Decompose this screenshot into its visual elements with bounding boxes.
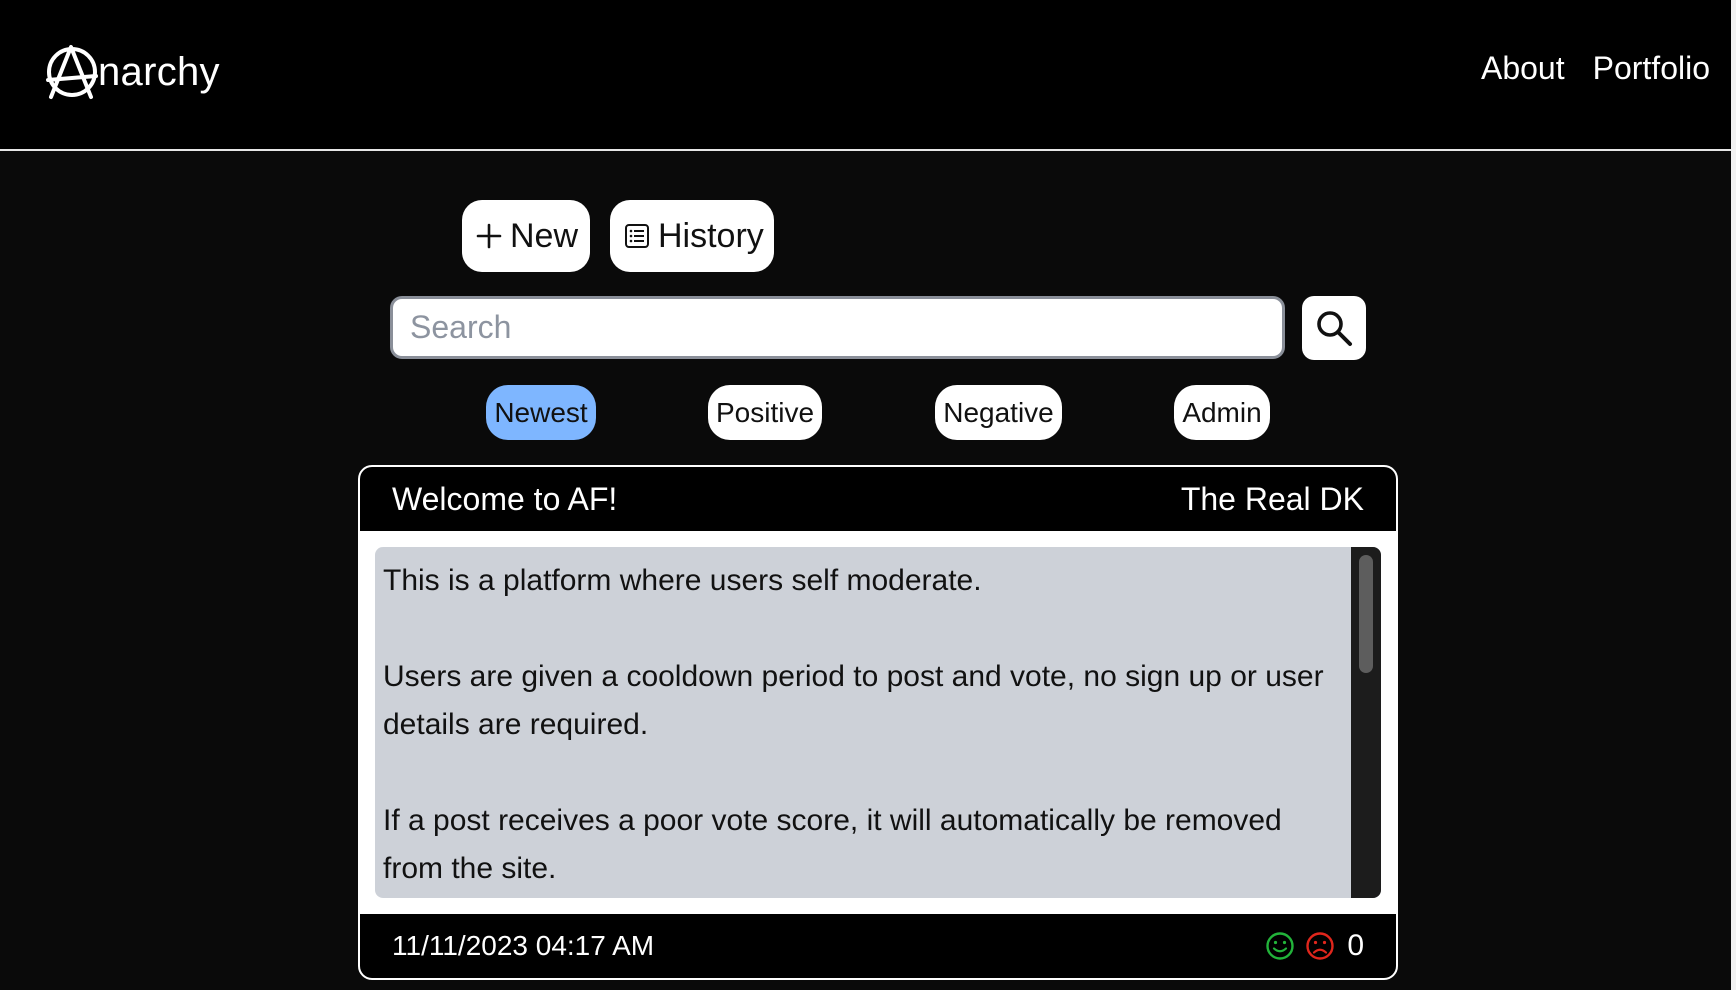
brand-logo-link[interactable]: narchy: [44, 44, 220, 100]
smiley-icon: [1266, 932, 1295, 960]
magnifier-icon: [1317, 311, 1352, 346]
new-post-button[interactable]: New: [462, 200, 590, 272]
vote-controls: 0: [1265, 929, 1364, 963]
filter-positive[interactable]: Positive: [708, 385, 822, 440]
filter-negative[interactable]: Negative: [935, 385, 1062, 440]
post-author: The Real DK: [1180, 480, 1364, 517]
frown-icon: [1306, 932, 1335, 960]
downvote-button[interactable]: [1305, 931, 1335, 961]
post-timestamp: 11/11/2023 04:17 AM: [392, 930, 655, 961]
history-button[interactable]: History: [610, 200, 774, 272]
anarchy-a-icon: [46, 45, 98, 99]
search-button[interactable]: [1302, 296, 1366, 360]
post-scrollbar-thumb[interactable]: [1359, 555, 1373, 673]
page-edge: [1731, 0, 1736, 990]
search-input[interactable]: [390, 296, 1285, 359]
navbar: narchy About Portfolio: [0, 0, 1731, 151]
post-paragraph: This is a platform where users self mode…: [383, 564, 982, 597]
post-scrollbar[interactable]: [1351, 547, 1381, 898]
list-icon: [624, 223, 650, 249]
post-header: Welcome to AF! The Real DK: [360, 467, 1396, 531]
vote-score: 0: [1347, 929, 1364, 962]
nav-links: About Portfolio: [1481, 50, 1710, 87]
nav-link-about[interactable]: About: [1481, 50, 1565, 87]
filter-admin[interactable]: Admin: [1174, 385, 1270, 440]
plus-icon: [476, 223, 502, 249]
post-text: This is a platform where users self mode…: [383, 557, 1343, 898]
brand-text: narchy: [98, 49, 220, 94]
history-label: History: [658, 216, 764, 255]
post-footer: 11/11/2023 04:17 AM 0: [360, 914, 1396, 978]
nav-link-portfolio[interactable]: Portfolio: [1593, 50, 1710, 87]
post-paragraph: Users are given a cooldown period to pos…: [383, 660, 1324, 741]
upvote-button[interactable]: [1265, 931, 1295, 961]
new-post-label: New: [510, 216, 579, 255]
filter-newest[interactable]: Newest: [486, 385, 596, 440]
post-title: Welcome to AF!: [392, 480, 618, 517]
post-body: This is a platform where users self mode…: [375, 547, 1381, 898]
post-card: Welcome to AF! The Real DK This is a pla…: [358, 465, 1398, 980]
post-paragraph: If a post receives a poor vote score, it…: [383, 804, 1282, 885]
